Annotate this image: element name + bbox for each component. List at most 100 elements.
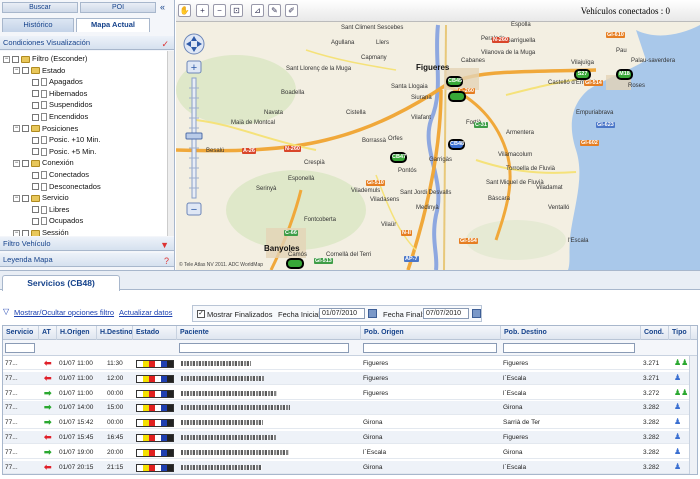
filtro-vehiculo-header[interactable]: Filtro Vehículo ▼ <box>0 237 174 252</box>
tree-checkbox[interactable] <box>32 183 39 191</box>
table-row[interactable]: 77... ➡ 01/07 15:42 00:00 Girona Sarrià de Te… <box>3 416 697 430</box>
tree-checkbox[interactable] <box>22 67 29 75</box>
tree-checkbox[interactable] <box>32 113 39 121</box>
buscar-button[interactable]: Buscar <box>2 2 78 13</box>
paint-brush-icon[interactable]: ✐ <box>285 4 298 17</box>
column-header[interactable]: Estado <box>133 326 177 340</box>
tree-node[interactable]: Hibernados <box>23 88 87 99</box>
calendar-start-icon[interactable] <box>368 309 377 318</box>
column-header[interactable]: Paciente <box>177 326 361 340</box>
update-data-link[interactable]: Actualizar datos <box>119 308 172 317</box>
tab-servicios[interactable]: Servicios (CB48) <box>2 275 120 291</box>
column-header[interactable]: H.Origen <box>57 326 97 340</box>
tab-mapa-actual[interactable]: Mapa Actual <box>76 18 150 32</box>
town-label: Pau <box>616 48 627 54</box>
column-header[interactable]: Pob. Destino <box>501 326 641 340</box>
table-row[interactable]: 77... ⬅ 01/07 11:00 11:30 Figueres Figueres 3.… <box>3 357 697 371</box>
pan-hand-icon[interactable]: ✋ <box>178 4 191 17</box>
tab-historico[interactable]: Histórico <box>2 18 74 32</box>
vehicle-marker[interactable] <box>448 91 466 102</box>
measure-icon[interactable]: ⊿ <box>251 4 264 17</box>
tree-node[interactable]: Apagados <box>23 76 83 87</box>
vehicle-marker[interactable] <box>286 258 304 269</box>
column-filter-input[interactable] <box>179 343 349 353</box>
tree-checkbox[interactable] <box>22 125 29 133</box>
tree-node[interactable]: − Estado <box>13 65 65 76</box>
column-header[interactable]: H.Destino <box>97 326 133 340</box>
column-header[interactable]: Servicio <box>3 326 39 340</box>
tree-node[interactable]: − Filtro (Esconder) <box>3 53 87 64</box>
tree-checkbox[interactable] <box>32 78 39 86</box>
tree-node[interactable]: Posic. +10 Min. <box>23 134 100 145</box>
town-label: Navata <box>264 110 284 116</box>
zoom-out-icon[interactable]: − <box>213 4 226 17</box>
tree-scrollbar[interactable] <box>167 51 174 236</box>
collapse-icon[interactable]: « <box>160 2 165 12</box>
leyenda-mapa-header[interactable]: Leyenda Mapa ? <box>0 253 174 268</box>
tree-checkbox[interactable] <box>32 136 39 144</box>
expand-icon[interactable]: − <box>3 55 10 63</box>
table-row[interactable]: 77... ⬅ 01/07 20:15 21:15 Girona l´Escala 3.28… <box>3 460 697 474</box>
expand-icon[interactable]: − <box>13 67 20 75</box>
tree-checkbox[interactable] <box>32 171 39 179</box>
toggle-filters-link[interactable]: Mostrar/Ocultar opciones filtro <box>14 308 114 317</box>
expand-icon[interactable]: − <box>13 125 20 133</box>
map-view[interactable]: ✋ + − ⊡ ⊿ ✎ ✐ Vehículos conectados : 0 +… <box>176 0 700 270</box>
table-row[interactable]: 77... ➡ 01/07 11:00 00:00 Figueres l´Escala 3.… <box>3 387 697 400</box>
date-start-input[interactable]: 01/07/2010 <box>319 308 365 319</box>
expand-icon[interactable]: − <box>13 159 20 167</box>
funnel-icon[interactable]: ▽ <box>3 307 9 316</box>
condiciones-header[interactable]: Condiciones Visualización ✓ <box>0 36 174 51</box>
zoom-in-icon[interactable]: + <box>196 4 209 17</box>
tree-checkbox[interactable] <box>32 206 39 214</box>
column-header[interactable]: Cond. <box>641 326 669 340</box>
tree-node[interactable]: − Posiciones <box>13 123 78 134</box>
poi-button[interactable]: POI <box>80 2 156 13</box>
table-row[interactable]: 77... ⬅ 01/07 15:45 16:45 Girona Figueres 3.28… <box>3 431 697 445</box>
tree-checkbox[interactable] <box>22 194 29 202</box>
table-row[interactable]: 77... ⬅ 01/07 11:00 12:00 Figueres l´Escala 3.… <box>3 371 697 386</box>
ruler-icon[interactable]: ✎ <box>268 4 281 17</box>
tree-checkbox[interactable] <box>32 148 39 156</box>
tree-checkbox[interactable] <box>32 90 39 98</box>
tree-checkbox[interactable] <box>22 159 29 167</box>
tree-node[interactable]: Conectados <box>23 169 89 180</box>
table-row[interactable]: 77... ➡ 01/07 19:00 20:00 l´Escala Girona 3.28… <box>3 446 697 460</box>
tree-node[interactable]: − Servicio <box>13 192 69 203</box>
tree-node[interactable]: Ocupados <box>23 215 83 226</box>
tree-node[interactable]: Libres <box>23 204 69 215</box>
vehicle-marker[interactable]: CB45 <box>446 76 463 87</box>
date-end-input[interactable]: 07/07/2010 <box>423 308 469 319</box>
column-header[interactable]: AT <box>39 326 57 340</box>
zoom-box-icon[interactable]: ⊡ <box>230 4 243 17</box>
help-icon[interactable]: ? <box>164 254 169 268</box>
column-filter-input[interactable] <box>503 343 635 353</box>
tree-node[interactable]: − Sessión <box>13 227 69 236</box>
vehicle-marker[interactable]: CB48 <box>448 139 465 150</box>
tree-node[interactable]: Suspendidos <box>23 99 92 110</box>
column-filter-input[interactable] <box>5 343 35 353</box>
table-row[interactable]: 77... ➡ 01/07 14:00 15:00 Girona 3.282 ♟ <box>3 401 697 415</box>
tree-checkbox[interactable] <box>32 217 39 225</box>
tree-checkbox[interactable] <box>32 101 39 109</box>
expand-icon[interactable]: − <box>13 194 20 202</box>
vehicle-marker[interactable]: CB47 <box>390 152 407 163</box>
column-header[interactable]: Pob. Origen <box>361 326 501 340</box>
funnel-icon[interactable]: ▼ <box>160 238 169 252</box>
tree-node[interactable]: Posic. +5 Min. <box>23 146 96 157</box>
tree-node-label: Encendidos <box>49 112 89 121</box>
vehicle-marker[interactable]: M18 <box>616 69 633 80</box>
tree-checkbox[interactable] <box>12 55 19 63</box>
expand-icon[interactable]: − <box>13 229 20 236</box>
vehicle-marker[interactable]: S27 <box>574 69 591 80</box>
tree-checkbox[interactable] <box>22 229 29 236</box>
tree-node[interactable]: Encendidos <box>23 111 88 122</box>
column-filter-input[interactable] <box>363 343 497 353</box>
show-finished-checkbox[interactable]: ✓ <box>197 310 205 318</box>
check-icon[interactable]: ✓ <box>161 37 169 51</box>
column-header[interactable]: Tipo <box>669 326 691 340</box>
calendar-end-icon[interactable] <box>472 309 481 318</box>
grid-scrollbar[interactable] <box>689 356 697 474</box>
tree-node[interactable]: Desconectados <box>23 181 101 192</box>
tree-node[interactable]: − Conexión <box>13 157 74 168</box>
